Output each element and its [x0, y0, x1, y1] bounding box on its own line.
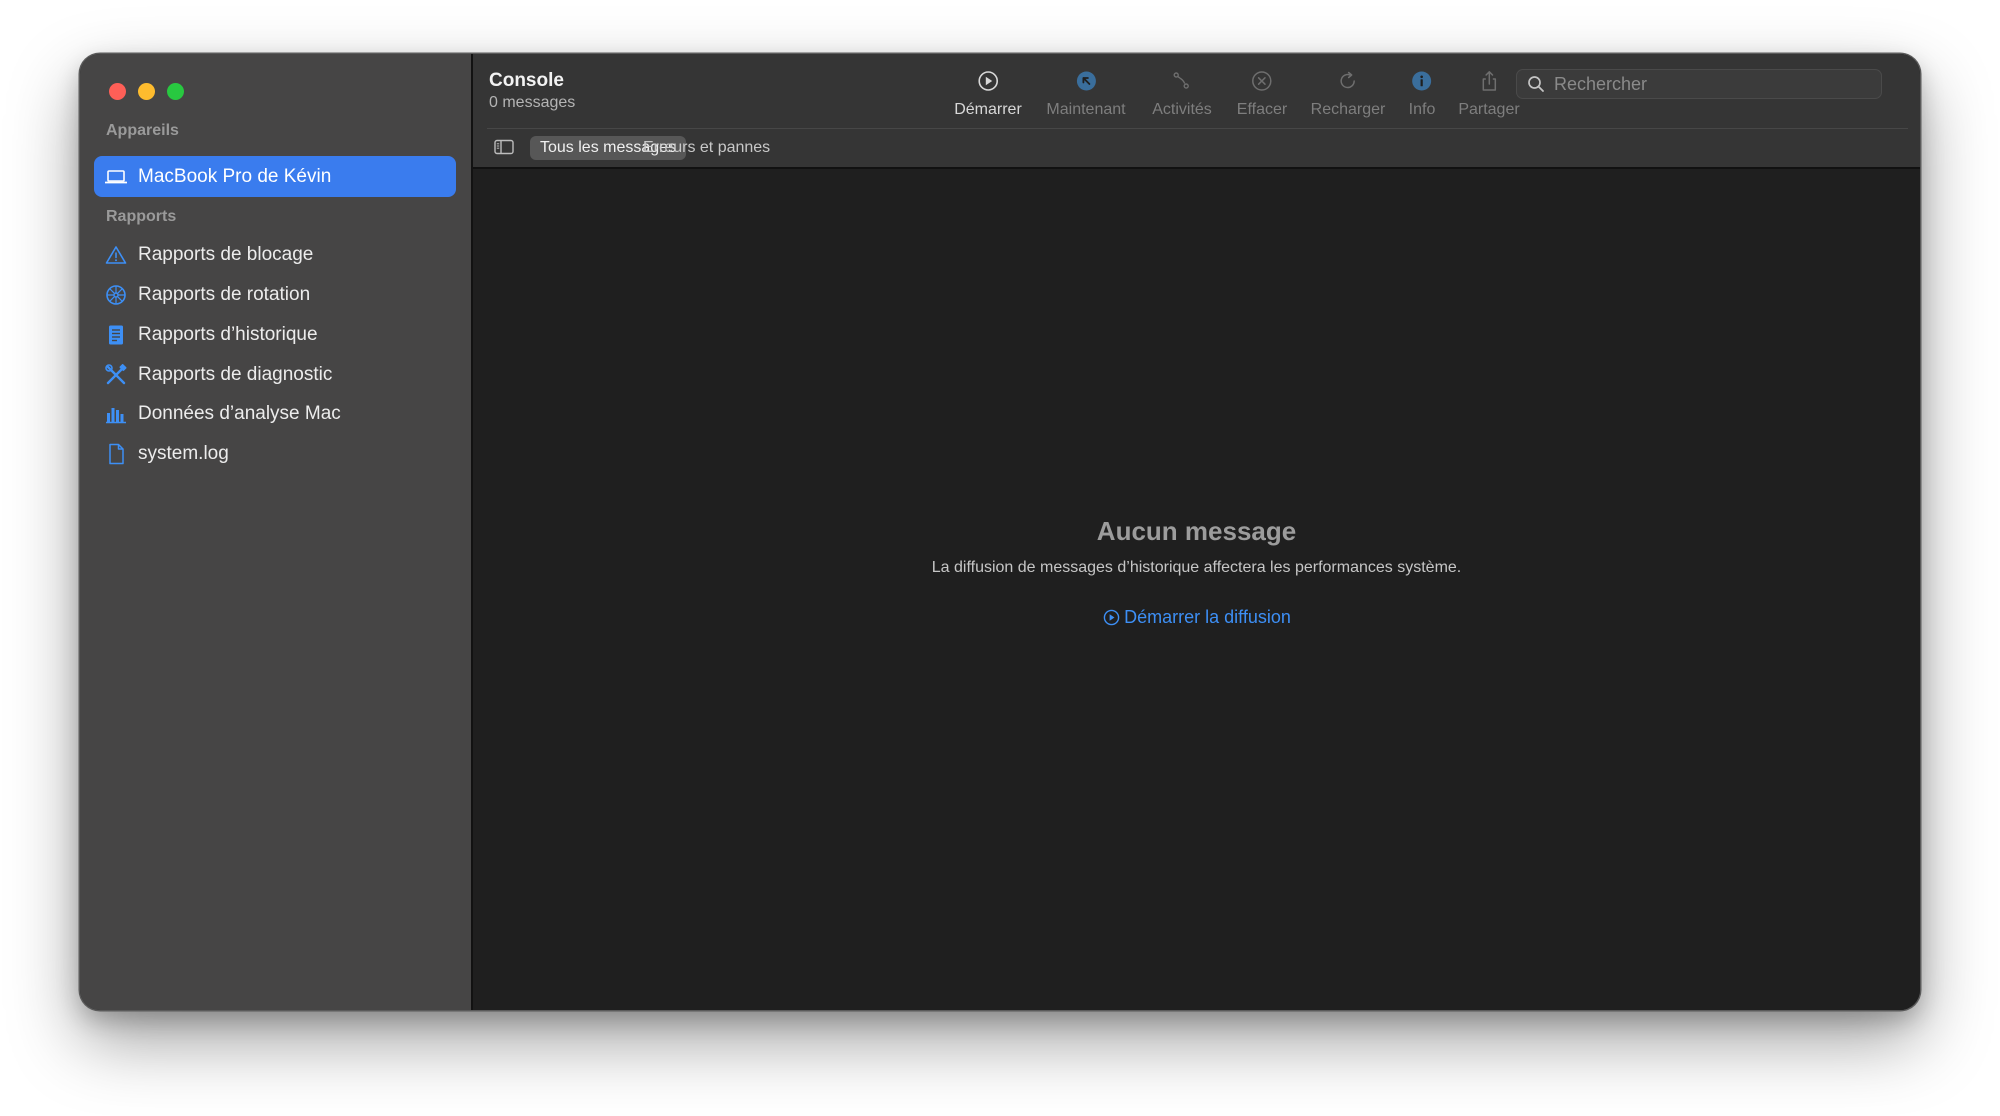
sidebar-item-crash-reports[interactable]: Rapports de blocage [94, 237, 456, 273]
tab-errors-and-faults[interactable]: Erreurs et pannes [633, 136, 780, 160]
warning-triangle-icon [104, 243, 128, 267]
start-button[interactable]: Démarrer [954, 68, 1022, 128]
sidebar-item-device[interactable]: MacBook Pro de Kévin [94, 156, 456, 197]
spinning-wheel-icon [104, 283, 128, 307]
console-window: Appareils MacBook Pro de Kévin Rapports … [80, 54, 1920, 1010]
tools-icon [104, 363, 128, 387]
sidebar-item-system-log[interactable]: system.log [94, 436, 456, 472]
play-circle-icon [975, 68, 1001, 94]
start-streaming-label: Démarrer la diffusion [1124, 607, 1291, 627]
maximize-window-button[interactable] [167, 83, 184, 100]
minimize-window-button[interactable] [138, 83, 155, 100]
activities-button[interactable]: Activités [1152, 68, 1212, 128]
share-button[interactable]: Partager [1458, 68, 1520, 128]
clear-button-label: Effacer [1236, 101, 1288, 118]
log-document-icon [104, 323, 128, 347]
sidebar-item-label: Rapports de blocage [138, 244, 314, 265]
content-divider [473, 167, 1920, 169]
message-count: 0 messages [489, 94, 576, 111]
document-icon [104, 442, 128, 466]
info-button[interactable]: Info [1408, 68, 1436, 128]
sidebar-item-spin-reports[interactable]: Rapports de rotation [94, 277, 456, 313]
window-title: Console [489, 70, 564, 91]
sidebar-item-label: Rapports de rotation [138, 284, 311, 305]
clear-button[interactable]: Effacer [1237, 68, 1287, 128]
reports-section-label: Rapports [106, 208, 177, 225]
search-field[interactable] [1516, 69, 1882, 99]
search-icon [1526, 74, 1546, 94]
arrow-up-left-circle-icon [1073, 68, 1099, 94]
sidebar-item-label: MacBook Pro de Kévin [138, 165, 332, 187]
info-circle-icon [1409, 68, 1435, 94]
play-circle-icon [1102, 609, 1120, 627]
share-button-label: Partager [1458, 101, 1520, 118]
sidebar-item-log-reports[interactable]: Rapports d’historique [94, 317, 456, 353]
sidebar-item-label: Rapports d’historique [138, 324, 318, 345]
empty-state-title: Aucun message [1096, 516, 1297, 546]
sidebar-item-diagnostic-reports[interactable]: Rapports de diagnostic [94, 357, 456, 393]
sidebar-item-label: Rapports de diagnostic [138, 364, 333, 385]
reload-button-label: Recharger [1310, 101, 1386, 118]
activities-icon [1169, 68, 1195, 94]
now-button[interactable]: Maintenant [1046, 68, 1126, 128]
sidebar-item-label: system.log [138, 443, 229, 464]
start-button-label: Démarrer [954, 101, 1022, 118]
now-button-label: Maintenant [1046, 101, 1126, 118]
devices-section-label: Appareils [106, 122, 179, 139]
laptop-icon [104, 165, 128, 189]
reload-icon [1335, 68, 1361, 94]
info-button-label: Info [1408, 101, 1436, 118]
clear-circle-icon [1249, 68, 1275, 94]
toolbar-divider [487, 128, 1908, 129]
search-input[interactable] [1554, 73, 1864, 95]
bar-chart-icon [104, 402, 128, 426]
sidebar-toggle-button[interactable] [493, 138, 515, 160]
sidebar: Appareils MacBook Pro de Kévin Rapports … [80, 54, 473, 1010]
activities-button-label: Activités [1152, 101, 1212, 118]
toolbar: Console 0 messages Démarrer Maintenant A… [473, 54, 1920, 167]
sidebar-toggle-icon [494, 139, 514, 160]
empty-state-description: La diffusion de messages d’historique af… [931, 559, 1462, 576]
sidebar-item-label: Données d’analyse Mac [138, 403, 341, 424]
main-content: Console 0 messages Démarrer Maintenant A… [473, 54, 1920, 1010]
reload-button[interactable]: Recharger [1310, 68, 1386, 128]
share-icon [1476, 68, 1502, 94]
close-window-button[interactable] [109, 83, 126, 100]
start-streaming-link[interactable]: Démarrer la diffusion [473, 607, 1920, 628]
sidebar-item-analytics-data[interactable]: Données d’analyse Mac [94, 396, 456, 432]
